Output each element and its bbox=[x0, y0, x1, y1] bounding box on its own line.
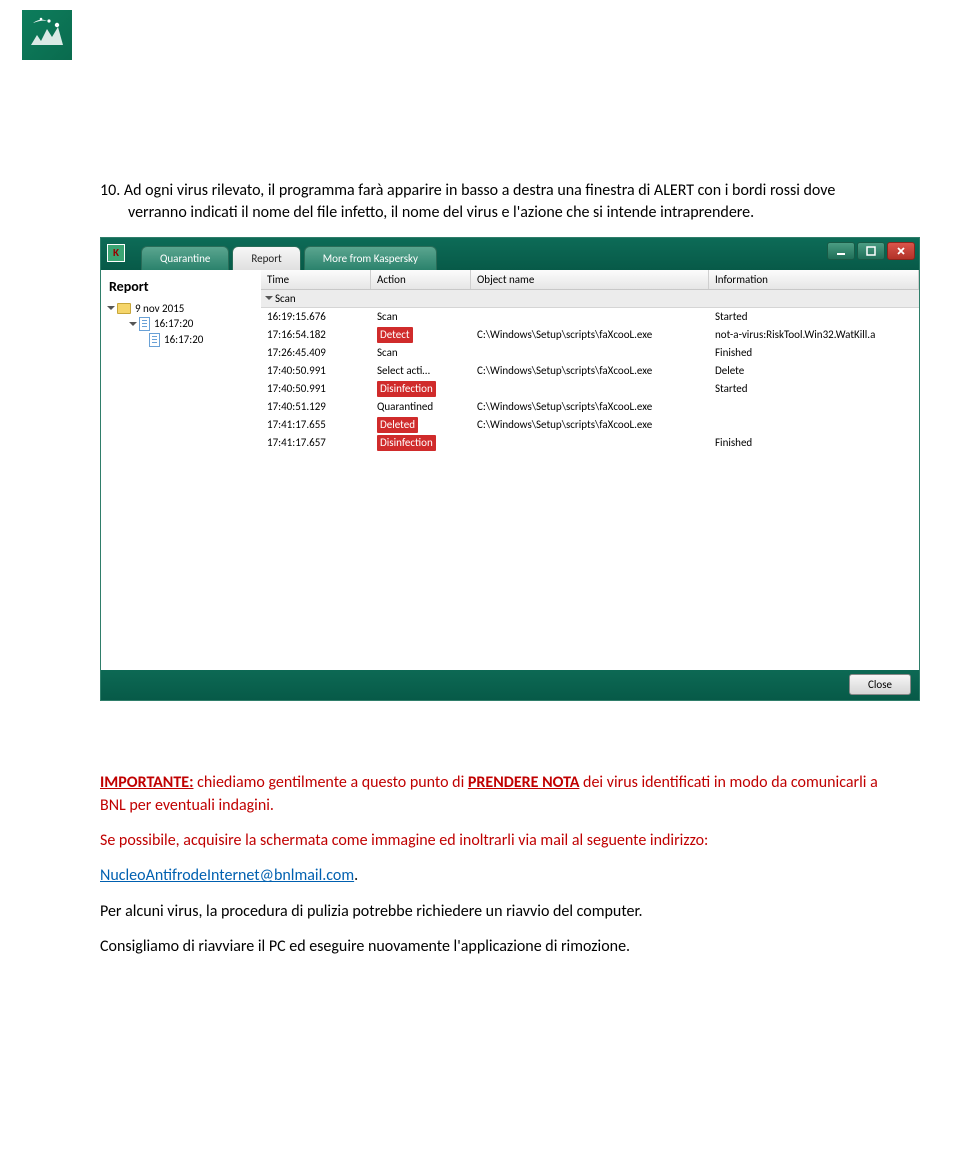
cell-time: 17:41:17.655 bbox=[261, 416, 371, 434]
cell-action: Deleted bbox=[371, 416, 471, 434]
cell-time: 17:41:17.657 bbox=[261, 434, 371, 452]
col-object[interactable]: Object name bbox=[471, 270, 709, 289]
maximize-icon bbox=[866, 246, 876, 256]
table-row[interactable]: 17:40:50.991 Disinfection Started bbox=[261, 380, 919, 398]
window-close-button[interactable] bbox=[887, 242, 915, 260]
important-note: IMPORTANTE: chiediamo gentilmente a ques… bbox=[100, 771, 890, 817]
contact-email-line: NucleoAntifrodeInternet@bnlmail.com. bbox=[100, 864, 890, 887]
cell-time: 16:19:15.676 bbox=[261, 308, 371, 326]
tab-quarantine[interactable]: Quarantine bbox=[141, 246, 229, 270]
window-footer: Close bbox=[101, 670, 919, 700]
close-button[interactable]: Close bbox=[849, 674, 911, 695]
col-information[interactable]: Information bbox=[709, 270, 919, 289]
acquire-note: Se possibile, acquisire la schermata com… bbox=[100, 829, 890, 852]
cell-action: Quarantined bbox=[371, 398, 471, 416]
kaspersky-logo-icon: K bbox=[107, 244, 125, 262]
left-tree: Report 9 nov 2015 16:17:20 16:17:20 bbox=[101, 270, 261, 670]
scan-group-row[interactable]: Scan bbox=[261, 290, 919, 308]
table-row[interactable]: 16:19:15.676Scan Started bbox=[261, 308, 919, 326]
tree-date-label: 9 nov 2015 bbox=[135, 302, 184, 315]
alert-badge: Detect bbox=[377, 327, 413, 343]
tab-report[interactable]: Report bbox=[232, 246, 300, 270]
cell-time: 17:16:54.182 bbox=[261, 326, 371, 344]
cell-object bbox=[471, 380, 709, 398]
rerun-note: Consigliamo di riavviare il PC ed esegui… bbox=[100, 935, 890, 958]
cell-time: 17:40:51.129 bbox=[261, 398, 371, 416]
folder-icon bbox=[117, 303, 131, 314]
expand-icon bbox=[129, 322, 137, 326]
alert-badge: Disinfection bbox=[377, 435, 436, 451]
cell-action: Select acti… bbox=[371, 362, 471, 380]
cell-object bbox=[471, 434, 709, 452]
minimize-icon bbox=[836, 246, 846, 256]
table-row[interactable]: 17:40:51.129QuarantinedC:\Windows\Setup\… bbox=[261, 398, 919, 416]
cell-info: Delete bbox=[709, 362, 919, 380]
document-icon bbox=[139, 317, 150, 331]
cell-object: C:\Windows\Setup\scripts\faXcooL.exe bbox=[471, 362, 709, 380]
table-row[interactable]: 17:16:54.182 Detect C:\Windows\Setup\scrip… bbox=[261, 326, 919, 344]
cell-info: Started bbox=[709, 380, 919, 398]
table-row[interactable]: 17:41:17.657 Disinfection Finished bbox=[261, 434, 919, 452]
cell-object: C:\Windows\Setup\scripts\faXcooL.exe bbox=[471, 326, 709, 344]
tree-time-row[interactable]: 16:17:20 bbox=[105, 332, 257, 348]
maximize-button[interactable] bbox=[857, 242, 885, 260]
expand-icon bbox=[265, 296, 273, 300]
table-header: Time Action Object name Information bbox=[261, 270, 919, 290]
cell-time: 17:40:50.991 bbox=[261, 380, 371, 398]
tree-date-row[interactable]: 9 nov 2015 bbox=[105, 301, 257, 316]
cell-info: Finished bbox=[709, 344, 919, 362]
cell-object bbox=[471, 308, 709, 326]
tree-time-label: 16:17:20 bbox=[154, 317, 193, 330]
scan-group-label: Scan bbox=[275, 292, 296, 305]
cell-action: Detect bbox=[371, 326, 471, 344]
tree-time-label: 16:17:20 bbox=[164, 333, 203, 346]
cell-info: not-a-virus:RiskTool.Win32.WatKill.a bbox=[709, 326, 919, 344]
cell-action: Scan bbox=[371, 308, 471, 326]
kaspersky-window: K Quarantine Report More from Kaspersky … bbox=[100, 237, 920, 701]
cell-info bbox=[709, 398, 919, 416]
col-action[interactable]: Action bbox=[371, 270, 471, 289]
alert-badge: Deleted bbox=[377, 417, 418, 433]
cell-info: Started bbox=[709, 308, 919, 326]
cell-info bbox=[709, 416, 919, 434]
tab-more[interactable]: More from Kaspersky bbox=[304, 246, 437, 270]
important-label: IMPORTANTE: bbox=[100, 773, 193, 792]
titlebar: K Quarantine Report More from Kaspersky bbox=[101, 238, 919, 270]
table-row[interactable]: 17:26:45.409Scan Finished bbox=[261, 344, 919, 362]
close-icon bbox=[896, 246, 906, 256]
cell-time: 17:26:45.409 bbox=[261, 344, 371, 362]
cell-action: Disinfection bbox=[371, 380, 471, 398]
cell-action: Disinfection bbox=[371, 434, 471, 452]
tree-time-row[interactable]: 16:17:20 bbox=[105, 316, 257, 332]
cell-object: C:\Windows\Setup\scripts\faXcooL.exe bbox=[471, 398, 709, 416]
step-10-text: 10. Ad ogni virus rilevato, il programma… bbox=[100, 180, 890, 225]
contact-email-link[interactable]: NucleoAntifrodeInternet@bnlmail.com bbox=[100, 866, 354, 885]
reboot-note: Per alcuni virus, la procedura di pulizi… bbox=[100, 900, 890, 923]
minimize-button[interactable] bbox=[827, 242, 855, 260]
col-time[interactable]: Time bbox=[261, 270, 371, 289]
bnp-logo bbox=[22, 10, 72, 60]
expand-icon bbox=[107, 306, 115, 310]
cell-object: C:\Windows\Setup\scripts\faXcooL.exe bbox=[471, 416, 709, 434]
table-row[interactable]: 17:40:50.991Select acti…C:\Windows\Setup… bbox=[261, 362, 919, 380]
table-row[interactable]: 17:41:17.655 Deleted C:\Windows\Setup\scri… bbox=[261, 416, 919, 434]
cell-info: Finished bbox=[709, 434, 919, 452]
document-icon bbox=[149, 333, 160, 347]
cell-object bbox=[471, 344, 709, 362]
cell-time: 17:40:50.991 bbox=[261, 362, 371, 380]
alert-badge: Disinfection bbox=[377, 381, 436, 397]
cell-action: Scan bbox=[371, 344, 471, 362]
report-title: Report bbox=[105, 274, 257, 301]
